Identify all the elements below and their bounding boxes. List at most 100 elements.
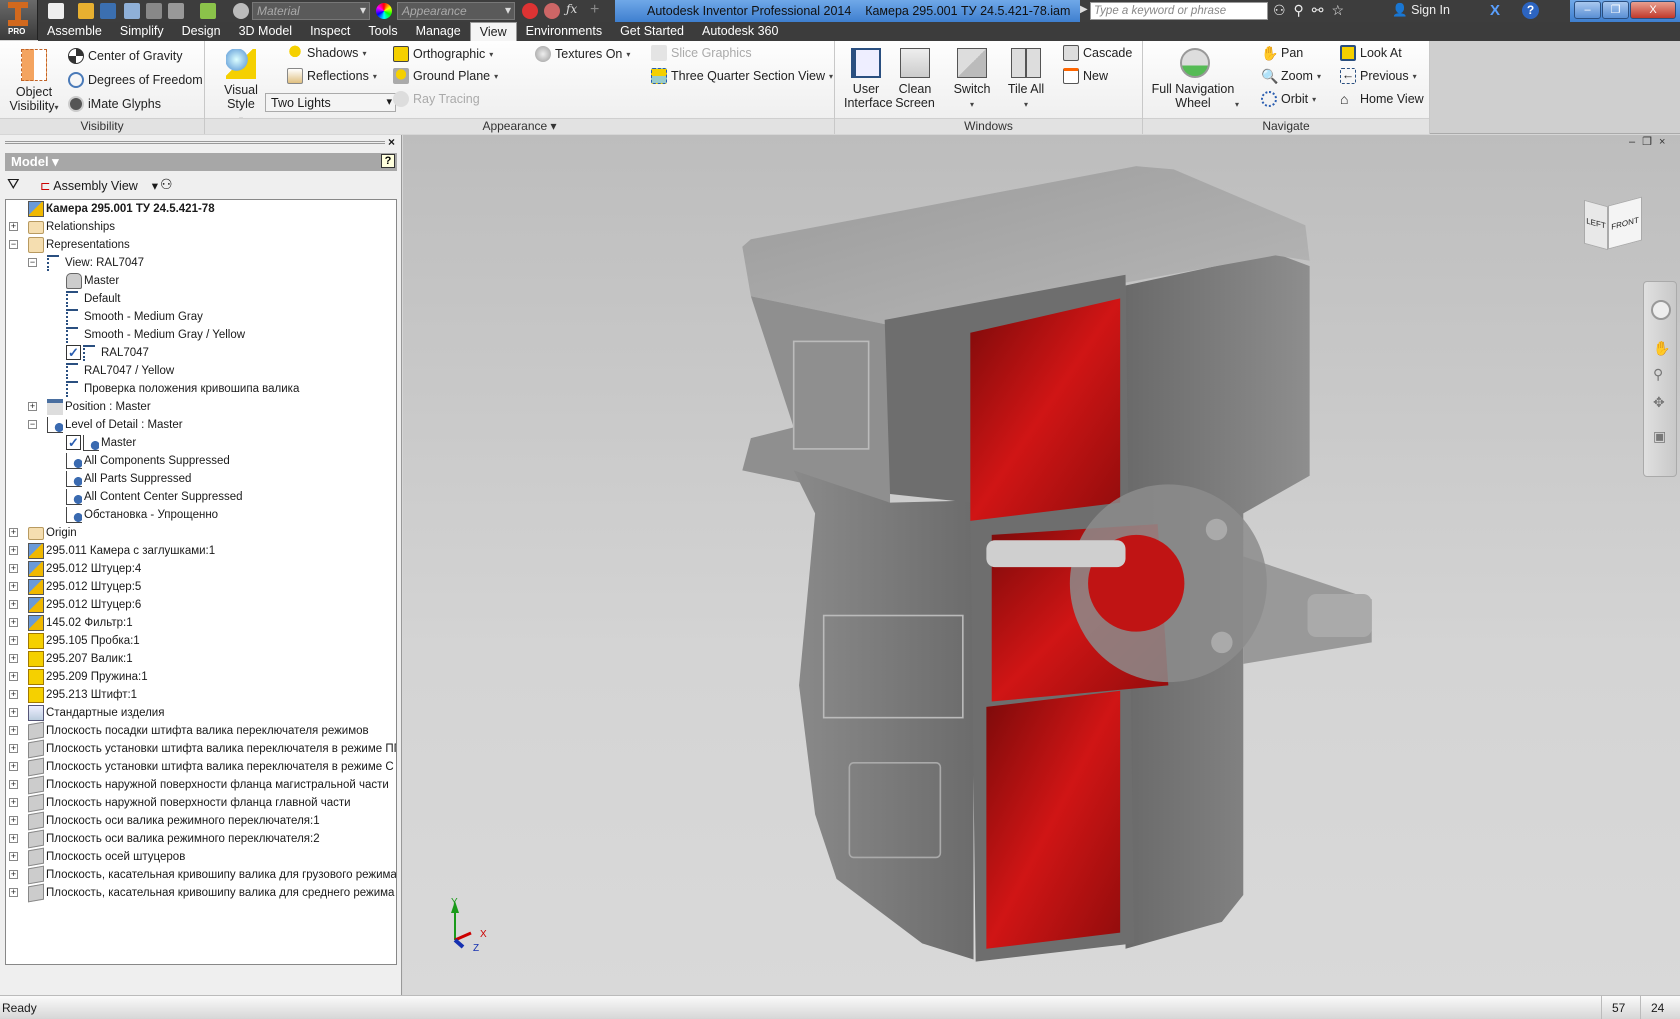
minimize-button[interactable]: – <box>1574 1 1601 19</box>
tree-item[interactable]: +295.012 Штуцер:4 <box>6 560 396 578</box>
tab-manage[interactable]: Manage <box>407 22 470 41</box>
object-visibility-button[interactable]: Object Visibility▾ <box>6 45 62 115</box>
tree-item[interactable]: + Плоскость оси валика режимного переключ… <box>6 811 396 831</box>
clear-appearance-icon[interactable] <box>544 3 560 19</box>
tree-item[interactable]: ✓ Master <box>6 434 396 452</box>
expand-icon[interactable]: + <box>9 780 18 789</box>
expand-icon[interactable]: + <box>9 618 18 627</box>
tree-item[interactable]: + Position : Master <box>6 398 396 416</box>
new-file-icon[interactable] <box>48 3 64 19</box>
zoom-button[interactable]: 🔍 Zoom ▾ <box>1261 68 1321 84</box>
help-icon[interactable]: ? <box>381 154 395 168</box>
tree-item[interactable]: + Плоскость наружной поверхности фланца г… <box>6 793 396 813</box>
pan-icon[interactable]: ✋ <box>1653 340 1670 357</box>
tree-item[interactable]: +295.012 Штуцер:6 <box>6 596 396 614</box>
help-tools-icons[interactable]: ⚇⚲⚯☆ <box>1273 2 1352 19</box>
tree-item[interactable]: Обстановка - Упрощенно <box>6 506 396 524</box>
expand-icon[interactable]: + <box>9 726 18 735</box>
tree-item[interactable]: + Плоскость установки штифта валика перек… <box>6 757 396 777</box>
tree-item[interactable]: Smooth - Medium Gray <box>6 308 396 326</box>
tree-item[interactable]: ✓ RAL7047 <box>6 344 396 362</box>
switch-button[interactable]: Switch ▾ <box>947 44 997 112</box>
tree-item[interactable]: +295.011 Камера с заглушками:1 <box>6 542 396 560</box>
tree-item[interactable]: + Плоскость осей штуцеров <box>6 847 396 867</box>
tree-item[interactable]: +295.207 Валик:1 <box>6 650 396 668</box>
imate-glyphs-button[interactable]: iMate Glyphs <box>68 96 161 112</box>
full-navigation-wheel-button[interactable]: Full Navigation Wheel ▾ <box>1149 44 1241 112</box>
ray-tracing-button[interactable]: Ray Tracing <box>393 91 480 107</box>
expand-icon[interactable]: + <box>9 564 18 573</box>
pane-grip[interactable] <box>5 141 385 144</box>
expand-icon[interactable]: + <box>9 708 18 717</box>
shadows-button[interactable]: Shadows ▾ <box>287 45 366 61</box>
tree-item[interactable]: Master <box>6 272 396 290</box>
pan-button[interactable]: ✋ Pan <box>1261 45 1303 61</box>
tree-item[interactable]: Проверка положения кривошипа валика <box>6 380 396 398</box>
viewcube-front-face[interactable]: FRONT <box>1608 196 1642 250</box>
tree-item[interactable]: +295.105 Пробка:1 <box>6 632 396 650</box>
expand-icon[interactable]: + <box>9 816 18 825</box>
tab-inspect[interactable]: Inspect <box>301 22 359 41</box>
tree-item[interactable]: + Плоскость наружной поверхности фланца м… <box>6 775 396 795</box>
viewcube[interactable]: LEFT FRONT <box>1580 193 1646 255</box>
tree-item[interactable]: − Level of Detail : Master <box>6 416 396 434</box>
collapse-icon[interactable]: − <box>28 258 37 267</box>
model-3d-view[interactable] <box>403 135 1680 995</box>
section-view-button[interactable]: Three Quarter Section View ▾ <box>651 68 833 84</box>
return-icon[interactable] <box>168 3 184 19</box>
nav-wheel-icon[interactable] <box>1651 300 1671 320</box>
expand-icon[interactable]: + <box>9 528 18 537</box>
redo-icon[interactable] <box>146 3 162 19</box>
tree-item[interactable]: + Плоскость, касательная кривошипу валика… <box>6 883 396 903</box>
tree-item[interactable]: − View: RAL7047 <box>6 254 396 272</box>
tree-item[interactable]: +295.012 Штуцер:5 <box>6 578 396 596</box>
slice-graphics-button[interactable]: Slice Graphics <box>651 45 752 61</box>
expand-icon[interactable]: + <box>9 870 18 879</box>
expand-icon[interactable]: + <box>9 636 18 645</box>
user-interface-button[interactable]: User Interface <box>841 44 893 110</box>
zoom-icon[interactable]: ⚲ <box>1653 366 1663 383</box>
tree-item[interactable]: All Content Center Suppressed <box>6 488 396 506</box>
expand-icon[interactable]: + <box>9 654 18 663</box>
expand-arrow-icon[interactable]: ▶ <box>1080 4 1088 15</box>
home-view-button[interactable]: ⌂ Home View <box>1340 91 1424 107</box>
plus-icon[interactable]: + <box>590 1 599 19</box>
tab-view[interactable]: View <box>469 22 517 41</box>
tab-environments[interactable]: Environments <box>517 22 611 41</box>
tree-item[interactable]: RAL7047 / Yellow <box>6 362 396 380</box>
collapse-icon[interactable]: − <box>9 240 18 249</box>
active-checkbox-icon[interactable]: ✓ <box>66 345 81 360</box>
expand-icon[interactable]: + <box>9 672 18 681</box>
expand-icon[interactable]: + <box>9 744 18 753</box>
application-menu-button[interactable]: PRO <box>0 0 38 40</box>
expand-icon[interactable]: + <box>9 600 18 609</box>
appearance-select[interactable]: Appearance <box>397 2 515 20</box>
expand-icon[interactable]: + <box>9 690 18 699</box>
tree-item[interactable]: Камера 295.001 ТУ 24.5.421-78 <box>6 200 396 218</box>
lighting-style-select[interactable]: Two Lights <box>265 93 396 112</box>
reflections-button[interactable]: Reflections ▾ <box>287 68 377 84</box>
cascade-button[interactable]: Cascade <box>1063 45 1132 61</box>
fx-icon[interactable]: ƒx <box>566 2 577 16</box>
assembly-view-select[interactable]: ⊏ Assembly View ▾ <box>40 178 158 193</box>
tree-item[interactable]: All Components Suppressed <box>6 452 396 470</box>
undo-icon[interactable] <box>124 3 140 19</box>
tab-tools[interactable]: Tools <box>359 22 406 41</box>
expand-icon[interactable]: + <box>9 834 18 843</box>
tab-simplify[interactable]: Simplify <box>111 22 173 41</box>
viewcube-left-face[interactable]: LEFT <box>1584 199 1608 251</box>
adjust-icon[interactable] <box>522 3 538 19</box>
expand-icon[interactable]: + <box>9 798 18 807</box>
help-icon[interactable]: ? <box>1522 2 1539 19</box>
tile-all-button[interactable]: Tile All ▾ <box>1001 44 1051 112</box>
orbit-button[interactable]: Orbit ▾ <box>1261 91 1316 107</box>
tree-item[interactable]: +295.209 Пружина:1 <box>6 668 396 686</box>
expand-icon[interactable]: + <box>9 888 18 897</box>
tree-item[interactable]: Smooth - Medium Gray / Yellow <box>6 326 396 344</box>
look-at-icon[interactable]: ▣ <box>1653 428 1666 445</box>
active-checkbox-icon[interactable]: ✓ <box>66 435 81 450</box>
visual-style-button[interactable]: Visual Style▾ <box>211 45 271 127</box>
close-button[interactable]: X <box>1630 1 1676 19</box>
expand-icon[interactable]: + <box>9 222 18 231</box>
tab-3d-model[interactable]: 3D Model <box>230 22 302 41</box>
